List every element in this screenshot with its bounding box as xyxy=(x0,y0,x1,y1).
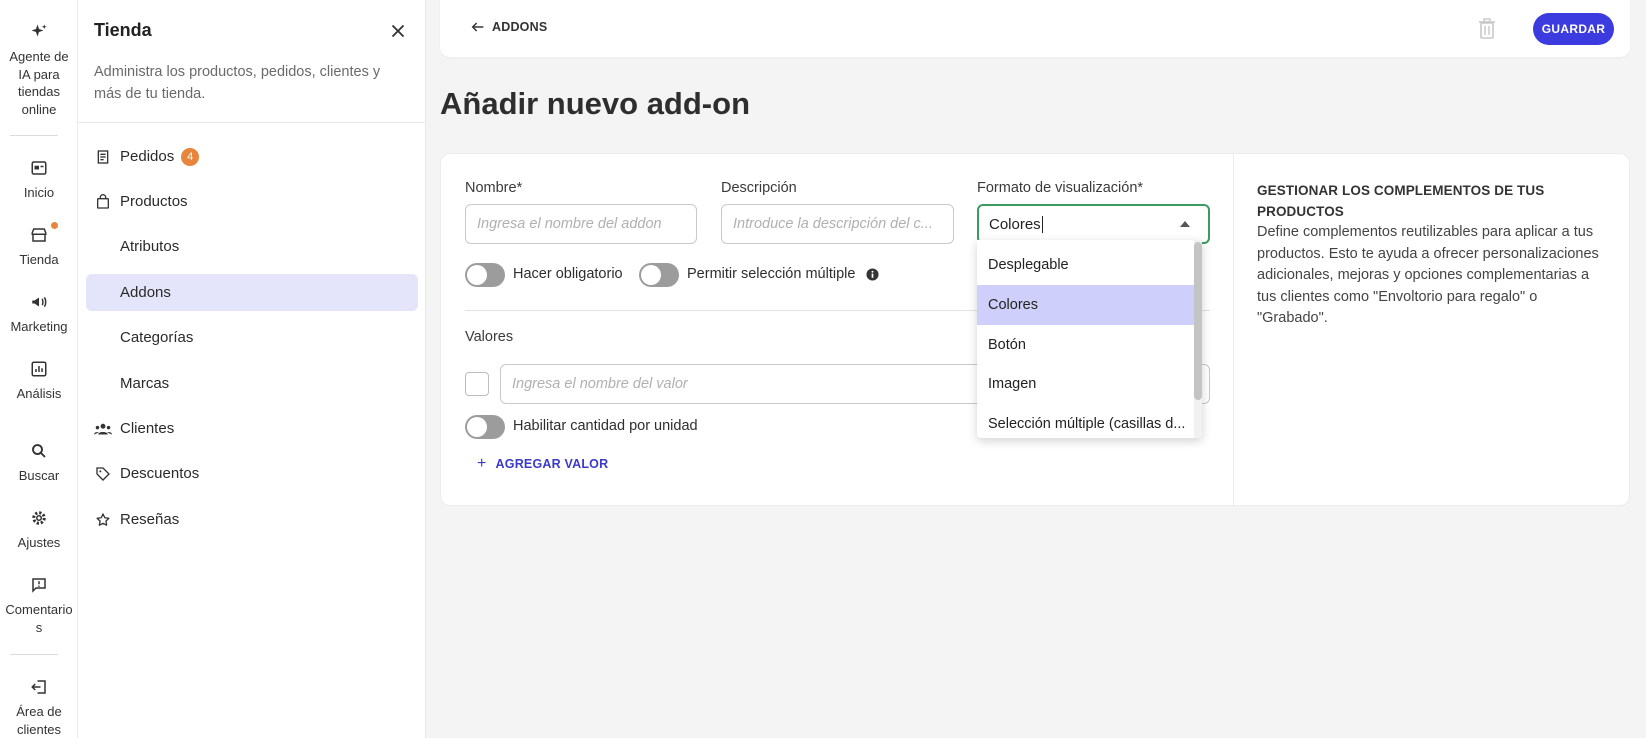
star-icon xyxy=(94,511,112,529)
option-colores[interactable]: Colores xyxy=(977,285,1202,325)
nav-item-pedidos[interactable]: Pedidos 4 xyxy=(86,138,418,175)
rail-item-ajustes[interactable]: Ajustes xyxy=(0,508,78,552)
users-icon xyxy=(94,420,112,438)
quantity-per-unit-toggle[interactable] xyxy=(465,415,505,439)
icon-rail: Agente de IA para tiendas online Inicio … xyxy=(0,0,78,738)
description-input[interactable]: Introduce la descripción del c... xyxy=(721,204,954,244)
name-input[interactable]: Ingresa el nombre del addon xyxy=(465,204,697,244)
home-icon xyxy=(29,158,49,178)
multiple-selection-toggle[interactable] xyxy=(639,263,679,287)
display-format-value: Colores xyxy=(989,215,1041,233)
back-label: ADDONS xyxy=(492,20,548,34)
required-toggle-label: Hacer obligatorio xyxy=(513,266,623,282)
value-checkbox[interactable] xyxy=(465,372,489,396)
nav-label: Addons xyxy=(120,284,171,301)
bag-icon xyxy=(94,193,112,211)
add-value-button[interactable]: + AGREGAR VALOR xyxy=(477,455,608,473)
help-title: GESTIONAR LOS COMPLEMENTOS DE TUS PRODUC… xyxy=(1257,183,1545,219)
option-imagen[interactable]: Imagen xyxy=(977,364,1202,404)
option-seleccion-multiple[interactable]: Selección múltiple (casillas d... xyxy=(977,404,1202,438)
text-cursor xyxy=(1041,215,1043,233)
nav-label: Reseñas xyxy=(120,511,180,528)
rail-item-comentarios[interactable]: Comentarios xyxy=(0,575,78,636)
search-icon xyxy=(29,441,49,461)
help-description: Define complementos reutilizables para a… xyxy=(1257,224,1599,326)
rail-item-analisis[interactable]: Análisis xyxy=(0,359,78,403)
tag-icon xyxy=(94,465,112,483)
orders-count-badge: 4 xyxy=(181,147,200,166)
nav-label: Pedidos xyxy=(120,148,175,165)
display-format-select[interactable]: Colores xyxy=(977,204,1210,244)
nav-label: Descuentos xyxy=(120,465,200,482)
rail-item-inicio[interactable]: Inicio xyxy=(0,158,78,202)
receipt-icon xyxy=(94,148,112,166)
quantity-per-unit-label: Habilitar cantidad por unidad xyxy=(513,418,698,434)
rail-item-ai-agent[interactable]: Agente de IA para tiendas online xyxy=(0,22,78,118)
display-format-dropdown: Desplegable Colores Botón Imagen Selecci… xyxy=(977,240,1202,438)
nav-label: Marcas xyxy=(120,375,170,392)
option-desplegable[interactable]: Desplegable xyxy=(977,245,1202,285)
top-action-bar: ADDONS GUARDAR xyxy=(440,0,1630,57)
logout-icon xyxy=(29,677,49,697)
add-value-label: AGREGAR VALOR xyxy=(495,457,609,471)
rail-divider xyxy=(10,135,58,136)
nav-label: Clientes xyxy=(120,420,175,437)
sparkles-icon xyxy=(29,22,49,42)
gear-icon xyxy=(29,508,49,528)
rail-item-tienda[interactable]: Tienda xyxy=(0,225,78,269)
close-icon[interactable] xyxy=(387,20,409,42)
feedback-icon xyxy=(29,575,49,595)
nav-item-productos[interactable]: Productos xyxy=(86,183,418,220)
nav-item-categorias[interactable]: Categorías xyxy=(86,319,418,356)
nav-item-addons[interactable]: Addons xyxy=(86,274,418,311)
description-label: Descripción xyxy=(721,180,797,196)
back-to-addons-link[interactable]: ADDONS xyxy=(470,19,547,35)
values-label: Valores xyxy=(465,329,514,345)
arrow-left-icon xyxy=(471,22,484,32)
rail-divider xyxy=(10,654,58,655)
required-toggle[interactable] xyxy=(465,263,505,287)
nav-item-clientes[interactable]: Clientes xyxy=(86,410,418,447)
name-label: Nombre* xyxy=(465,180,523,196)
panel-divider xyxy=(78,122,426,123)
rail-item-area-clientes[interactable]: Área de clientes xyxy=(0,677,78,738)
panel-description: Administra los productos, pedidos, clien… xyxy=(94,64,381,102)
nav-item-marcas[interactable]: Marcas xyxy=(86,365,418,402)
nav-label: Categorías xyxy=(120,329,194,346)
page-title: Añadir nuevo add-on xyxy=(440,86,750,121)
dropdown-scrollbar-thumb[interactable] xyxy=(1194,242,1202,400)
nav-label: Productos xyxy=(120,193,188,210)
rail-label: Marketing xyxy=(10,319,68,334)
rail-label: Ajustes xyxy=(17,535,61,550)
rail-item-marketing[interactable]: Marketing xyxy=(0,292,78,336)
panel-title: Tienda xyxy=(94,20,152,40)
card-column-divider xyxy=(1233,154,1234,507)
nav-item-descuentos[interactable]: Descuentos xyxy=(86,455,418,492)
plus-icon: + xyxy=(477,455,487,472)
nav-item-atributos[interactable]: Atributos xyxy=(86,228,418,265)
multiple-selection-label: Permitir selección múltiple xyxy=(687,266,856,282)
store-icon xyxy=(29,225,49,245)
rail-label: Área de clientes xyxy=(16,704,62,737)
caret-up-icon xyxy=(1180,221,1190,227)
rail-label: Inicio xyxy=(23,185,55,200)
nav-item-resenas[interactable]: Reseñas xyxy=(86,501,418,538)
nav-label: Atributos xyxy=(120,238,180,255)
display-format-label: Formato de visualización* xyxy=(977,180,1144,196)
option-boton[interactable]: Botón xyxy=(977,325,1202,365)
megaphone-icon xyxy=(29,292,49,312)
rail-label: Análisis xyxy=(16,386,62,401)
store-panel: Tienda Administra los productos, pedidos… xyxy=(78,0,426,738)
rail-item-buscar[interactable]: Buscar xyxy=(0,441,78,485)
rail-label: Tienda xyxy=(19,252,59,267)
rail-label: Agente de IA para tiendas online xyxy=(9,49,69,117)
info-icon[interactable] xyxy=(866,268,880,282)
rail-label: Comentarios xyxy=(5,602,73,635)
trash-icon[interactable] xyxy=(1478,18,1498,40)
chart-icon xyxy=(29,359,49,379)
save-button[interactable]: GUARDAR xyxy=(1533,13,1614,45)
notification-dot xyxy=(51,222,58,229)
rail-label: Buscar xyxy=(18,468,60,483)
